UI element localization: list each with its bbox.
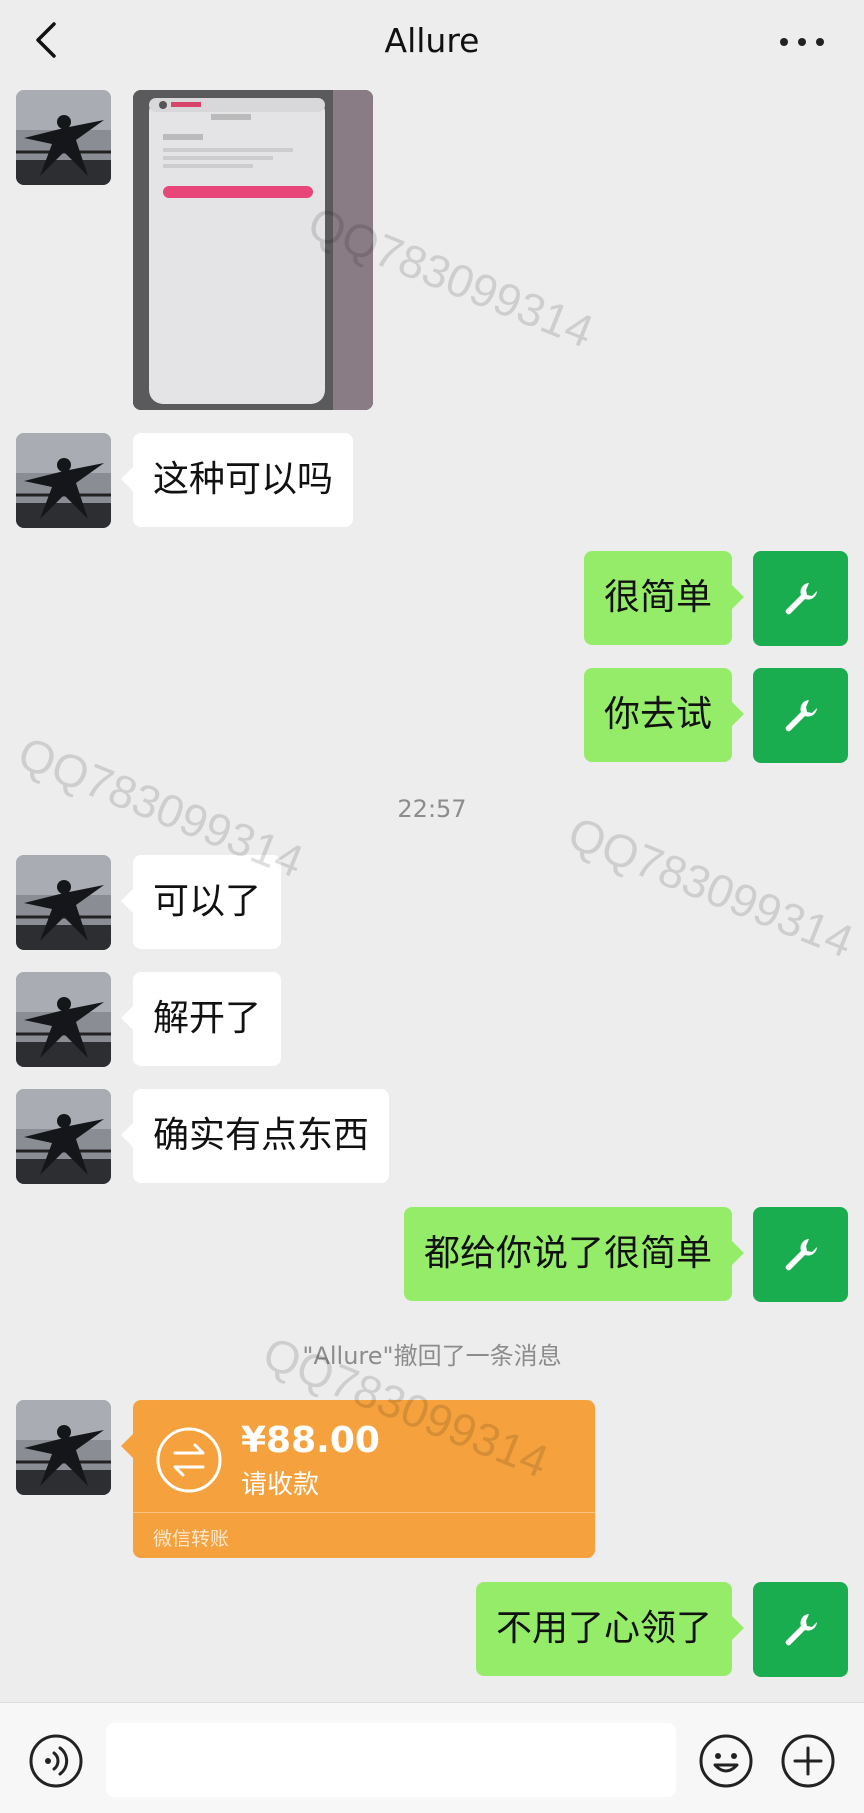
smiley-icon[interactable]	[698, 1733, 754, 1789]
chevron-left-icon[interactable]	[30, 20, 64, 60]
contact-avatar[interactable]	[16, 972, 111, 1067]
exchange-arrows-icon	[156, 1427, 222, 1493]
chat-title: Allure	[384, 20, 480, 60]
transfer-note: 请收款	[241, 1470, 320, 1500]
input-bar	[0, 1702, 864, 1813]
contact-avatar[interactable]	[16, 1089, 111, 1184]
wrench-icon[interactable]	[753, 668, 848, 763]
contact-avatar[interactable]	[16, 90, 111, 185]
plus-icon[interactable]	[780, 1733, 836, 1789]
recall-notice: "Allure"撤回了一条消息	[302, 1342, 562, 1370]
wrench-icon[interactable]	[753, 1207, 848, 1302]
wrench-icon[interactable]	[753, 551, 848, 646]
divider	[133, 1512, 595, 1513]
incoming-message[interactable]: 解开了	[120, 972, 282, 1066]
outgoing-message[interactable]: 很简单	[583, 551, 745, 645]
transfer-footer: 微信转账	[153, 1528, 230, 1550]
transfer-amount: ¥88.00	[241, 1420, 380, 1461]
incoming-message[interactable]: 这种可以吗	[120, 433, 354, 527]
chat-header: Allure	[0, 0, 864, 80]
wrench-icon[interactable]	[753, 1582, 848, 1677]
message-input[interactable]	[106, 1723, 676, 1797]
incoming-message[interactable]: 确实有点东西	[120, 1089, 390, 1183]
contact-avatar[interactable]	[16, 855, 111, 950]
ellipsis-icon[interactable]	[780, 38, 824, 48]
voice-icon[interactable]	[28, 1733, 84, 1789]
outgoing-message[interactable]: 都给你说了很简单	[403, 1207, 745, 1301]
outgoing-message[interactable]: 你去试	[583, 668, 745, 762]
contact-avatar[interactable]	[16, 1400, 111, 1495]
watermark-text: QQ783099314	[561, 806, 861, 968]
outgoing-message[interactable]: 不用了心领了	[475, 1582, 745, 1676]
contact-avatar[interactable]	[16, 433, 111, 528]
